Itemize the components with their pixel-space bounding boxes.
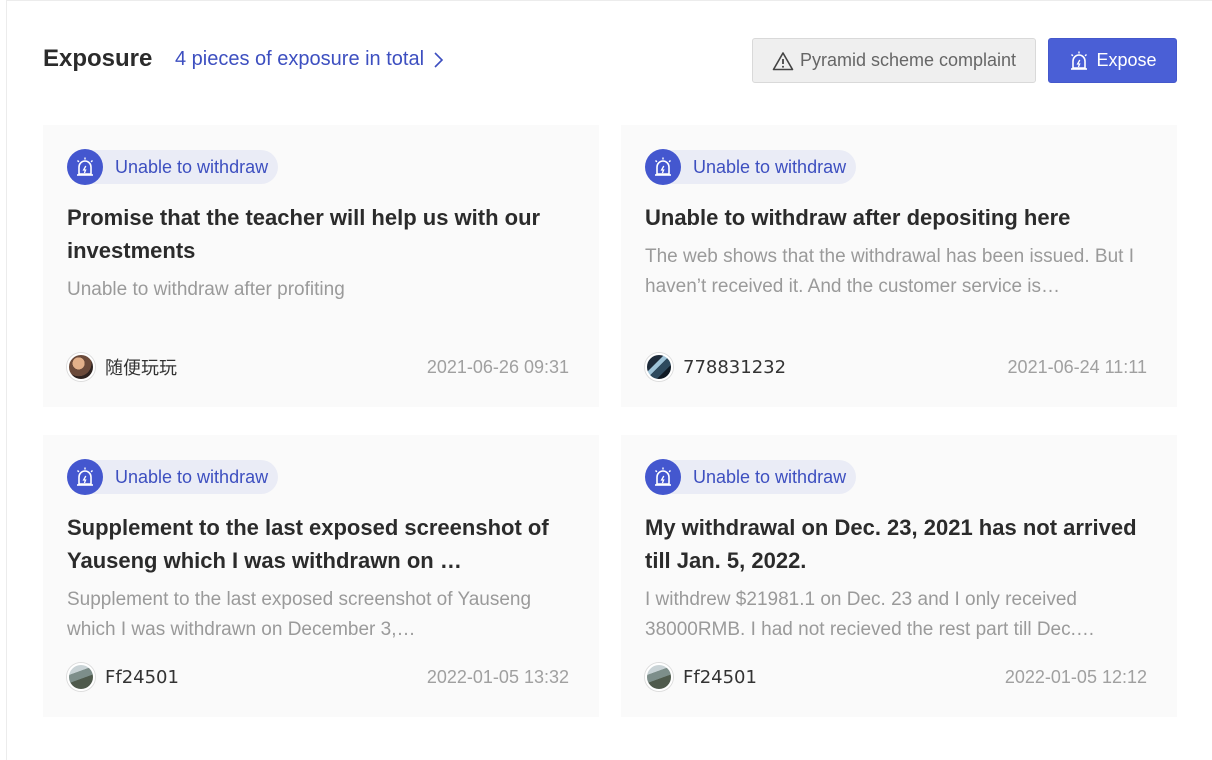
author-name: Ff24501 <box>105 666 179 688</box>
card-author: 随便玩玩 <box>67 353 177 381</box>
category-tag: Unable to withdraw <box>67 459 279 495</box>
alarm-icon <box>67 149 103 185</box>
card-date: 2021-06-24 11:11 <box>1007 357 1147 377</box>
pyramid-complaint-label: Pyramid scheme complaint <box>799 50 1017 70</box>
exposure-card[interactable]: Unable to withdraw Promise that the teac… <box>43 125 599 407</box>
card-title: Promise that the teacher will help us wi… <box>67 205 541 263</box>
alarm-icon <box>67 459 103 495</box>
author-name: 随便玩玩 <box>105 358 177 379</box>
card-author: Ff24501 <box>67 663 179 691</box>
expose-label: Expose <box>1096 50 1157 70</box>
warning-icon <box>772 51 794 70</box>
exposure-card[interactable]: Unable to withdraw Unable to withdraw af… <box>621 125 1177 407</box>
avatar <box>645 353 673 381</box>
category-tag-label: Unable to withdraw <box>669 150 857 184</box>
avatar <box>67 663 95 691</box>
pyramid-complaint-button[interactable]: Pyramid scheme complaint <box>752 38 1036 83</box>
card-title: My withdrawal on Dec. 23, 2021 has not a… <box>645 515 1137 573</box>
card-description: Unable to withdraw after profiting <box>67 279 345 300</box>
card-author: 778831232 <box>645 353 786 381</box>
card-date: 2022-01-05 13:32 <box>426 667 569 687</box>
avatar <box>645 663 673 691</box>
total-exposure-label: 4 pieces of exposure in total <box>175 48 425 70</box>
alarm-icon <box>645 459 681 495</box>
category-tag-label: Unable to withdraw <box>91 460 279 494</box>
exposure-card[interactable]: Unable to withdraw Supplement to the las… <box>43 435 599 717</box>
card-description: The web shows that the withdrawal has be… <box>645 246 1134 297</box>
avatar <box>67 353 95 381</box>
alarm-icon <box>1071 51 1088 70</box>
card-author: Ff24501 <box>645 663 757 691</box>
expose-button[interactable]: Expose <box>1048 38 1177 83</box>
card-title: Unable to withdraw after depositing here <box>645 205 1071 230</box>
category-tag: Unable to withdraw <box>645 459 857 495</box>
exposure-header: Exposure 4 pieces of exposure in total P… <box>43 37 1177 83</box>
category-tag-label: Unable to withdraw <box>91 150 279 184</box>
card-title: Supplement to the last exposed screensho… <box>67 515 549 573</box>
total-exposure-link[interactable]: 4 pieces of exposure in total <box>175 48 446 71</box>
card-date: 2021-06-26 09:31 <box>426 357 569 377</box>
exposure-panel: Exposure 4 pieces of exposure in total P… <box>6 0 1212 760</box>
page-title: Exposure <box>43 45 153 72</box>
category-tag: Unable to withdraw <box>645 149 857 185</box>
author-name: Ff24501 <box>683 666 757 688</box>
exposure-card[interactable]: Unable to withdraw My withdrawal on Dec.… <box>621 435 1177 717</box>
author-name: 778831232 <box>683 356 787 378</box>
chevron-right-icon <box>434 51 444 68</box>
card-description: Supplement to the last exposed screensho… <box>67 589 532 640</box>
category-tag: Unable to withdraw <box>67 149 279 185</box>
category-tag-label: Unable to withdraw <box>669 460 857 494</box>
alarm-icon <box>645 149 681 185</box>
card-date: 2022-01-05 12:12 <box>1004 667 1147 687</box>
card-description: I withdrew $21981.1 on Dec. 23 and I onl… <box>645 589 1095 640</box>
